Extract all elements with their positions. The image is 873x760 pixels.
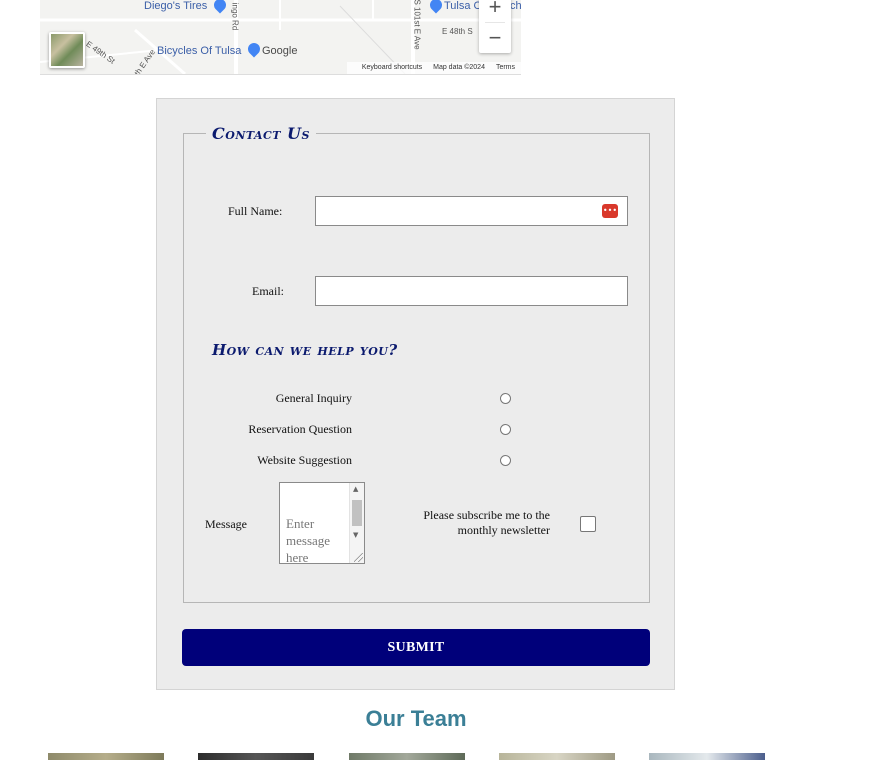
map-label-bicycles-of-tulsa[interactable]: Bicycles Of Tulsa	[157, 45, 241, 57]
option-general-inquiry-radio[interactable]	[500, 393, 511, 404]
map-road-s101st: S 101st E Ave	[412, 0, 422, 50]
scroll-up-icon[interactable]: ▲	[353, 485, 358, 493]
email-label: Email:	[252, 284, 284, 298]
message-label: Message	[205, 517, 247, 531]
message-placeholder: Enter message here	[286, 516, 331, 564]
team-photo	[649, 753, 765, 760]
team-title: Our Team	[365, 706, 467, 731]
map-attribution: Keyboard shortcuts Map data ©2024 Terms	[346, 62, 521, 74]
team-photo	[349, 753, 465, 760]
team-photo	[198, 753, 314, 760]
zoom-in-button[interactable]: +	[479, 0, 511, 22]
map-label-tulsa-poi[interactable]: Tulsa C	[444, 0, 482, 12]
map-data-text: Map data ©2024	[433, 64, 485, 71]
keyboard-shortcuts-link[interactable]: Keyboard shortcuts	[362, 64, 422, 71]
contact-legend: Contact Us	[206, 124, 316, 143]
option-general-inquiry-label[interactable]: General Inquiry	[276, 391, 352, 406]
map-label-diegos-tires[interactable]: Diego's Tires	[144, 0, 207, 12]
subscribe-label[interactable]: Please subscribe me to the monthly newsl…	[414, 508, 550, 538]
map-label-tulsa-poi-suffix: ch	[510, 0, 521, 12]
textarea-scrollbar[interactable]: ▲ ▼	[349, 483, 364, 563]
email-input[interactable]	[315, 276, 628, 306]
embedded-map[interactable]: Diego's Tires Tulsa C ch Bicycles Of Tul…	[40, 0, 521, 75]
message-textarea[interactable]: Enter message here ▲ ▼	[279, 482, 365, 564]
help-heading: How can we help you?	[212, 341, 398, 359]
google-logo: Google	[262, 45, 298, 57]
terms-link[interactable]: Terms	[496, 64, 515, 71]
full-name-input[interactable]: •••	[315, 196, 628, 226]
scroll-down-icon[interactable]: ▼	[353, 531, 358, 539]
option-website-suggestion-label[interactable]: Website Suggestion	[257, 453, 352, 468]
satellite-toggle-button[interactable]	[49, 32, 85, 68]
full-name-label: Full Name:	[228, 204, 283, 218]
scroll-thumb[interactable]	[352, 500, 362, 526]
submit-button[interactable]: SUBMIT	[182, 629, 650, 666]
zoom-out-button[interactable]: −	[479, 23, 511, 53]
resize-grip-icon[interactable]	[354, 553, 363, 562]
map-zoom-control: + −	[479, 0, 511, 53]
team-photo	[499, 753, 615, 760]
subscribe-checkbox[interactable]	[580, 516, 596, 532]
team-photo	[48, 753, 164, 760]
map-road-ingo: ingo Rd	[230, 2, 240, 31]
password-manager-icon[interactable]: •••	[602, 204, 618, 218]
contact-form-panel: Contact Us Full Name: ••• Email: How can…	[156, 98, 675, 690]
option-reservation-question-radio[interactable]	[500, 424, 511, 435]
option-reservation-question-label[interactable]: Reservation Question	[248, 422, 352, 437]
map-road-e48th: E 48th S	[442, 27, 473, 36]
option-website-suggestion-radio[interactable]	[500, 455, 511, 466]
contact-fieldset: Contact Us Full Name: ••• Email: How can…	[183, 124, 650, 603]
